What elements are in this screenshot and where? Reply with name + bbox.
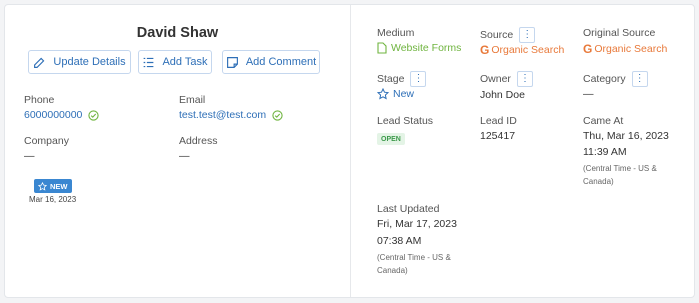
original-source-value: Organic Search: [594, 42, 668, 55]
update-details-label: Update Details: [53, 56, 126, 68]
add-task-label: Add Task: [162, 56, 208, 68]
medium-value: Website Forms: [391, 42, 462, 54]
google-icon: G: [583, 42, 593, 56]
phone-field[interactable]: 6000000000: [24, 109, 99, 121]
verified-check-icon: [88, 110, 99, 121]
lead-status-badge: OPEN: [377, 133, 405, 145]
source-value: Organic Search: [491, 43, 565, 56]
came-at-date: Thu, Mar 16, 2023: [583, 130, 669, 142]
last-updated-timezone: (Central Time - US & Canada): [377, 253, 451, 275]
stage-value: New: [393, 88, 415, 100]
verified-check-icon: [272, 110, 283, 121]
new-badge-text: NEW: [50, 181, 68, 191]
badge-date: Mar 16, 2023: [29, 195, 77, 204]
comment-icon: [226, 56, 238, 68]
original-source-label: Original Source: [583, 27, 656, 39]
task-list-icon: [144, 57, 154, 67]
stage-menu-button[interactable]: ⋮: [410, 71, 427, 87]
source-label: Source: [480, 28, 514, 41]
address-value: —: [179, 150, 190, 162]
owner-label-wrap: Owner ⋮: [480, 71, 533, 87]
category-label-wrap: Category ⋮: [583, 71, 648, 87]
lead-status-label: Lead Status: [377, 115, 434, 127]
stage-label: Stage: [377, 72, 405, 85]
came-at-timezone: (Central Time - US & Canada): [583, 164, 657, 186]
source-label-wrap: Source ⋮: [480, 27, 536, 43]
email-label: Email: [179, 94, 206, 106]
category-label: Category: [583, 72, 626, 85]
lead-id-value: 125417: [480, 130, 516, 142]
category-value: —: [583, 88, 594, 100]
add-task-button[interactable]: Add Task: [138, 50, 212, 74]
source-field: G Organic Search: [480, 43, 564, 57]
medium-label: Medium: [377, 27, 415, 39]
phone-value[interactable]: 6000000000: [24, 109, 82, 121]
last-updated-date: Fri, Mar 17, 2023: [377, 218, 457, 230]
phone-label: Phone: [24, 94, 55, 106]
add-comment-button[interactable]: Add Comment: [222, 50, 320, 74]
new-status-badge: NEW: [34, 179, 72, 193]
source-menu-button[interactable]: ⋮: [519, 27, 536, 43]
owner-value: John Doe: [480, 89, 525, 101]
owner-menu-button[interactable]: ⋮: [516, 71, 533, 87]
last-updated-time: 07:38 AM: [377, 235, 422, 247]
stage-field: New: [377, 88, 414, 100]
update-details-button[interactable]: Update Details: [28, 50, 131, 74]
lead-id-label: Lead ID: [480, 115, 517, 127]
original-source-field: G Organic Search: [583, 42, 667, 56]
medium-field: Website Forms: [377, 42, 461, 54]
address-label: Address: [179, 135, 218, 147]
email-value[interactable]: test.test@test.com: [179, 109, 266, 121]
company-label: Company: [24, 135, 69, 147]
edit-icon: [34, 57, 45, 68]
email-field[interactable]: test.test@test.com: [179, 109, 283, 121]
add-comment-label: Add Comment: [245, 56, 317, 68]
came-at-label: Came At: [583, 115, 624, 127]
document-icon: [377, 42, 387, 54]
company-value: —: [24, 150, 35, 162]
category-menu-button[interactable]: ⋮: [631, 71, 648, 87]
came-at-time: 11:39 AM: [583, 146, 627, 158]
google-icon: G: [480, 43, 490, 57]
star-icon: [377, 88, 389, 100]
owner-label: Owner: [480, 72, 511, 85]
column-divider: [350, 5, 351, 297]
stage-label-wrap: Stage ⋮: [377, 71, 427, 87]
contact-card: David Shaw Update Details Add Task Add C…: [4, 4, 695, 298]
last-updated-label: Last Updated: [377, 203, 440, 215]
contact-name: David Shaw: [136, 25, 219, 41]
star-icon: [38, 181, 47, 191]
